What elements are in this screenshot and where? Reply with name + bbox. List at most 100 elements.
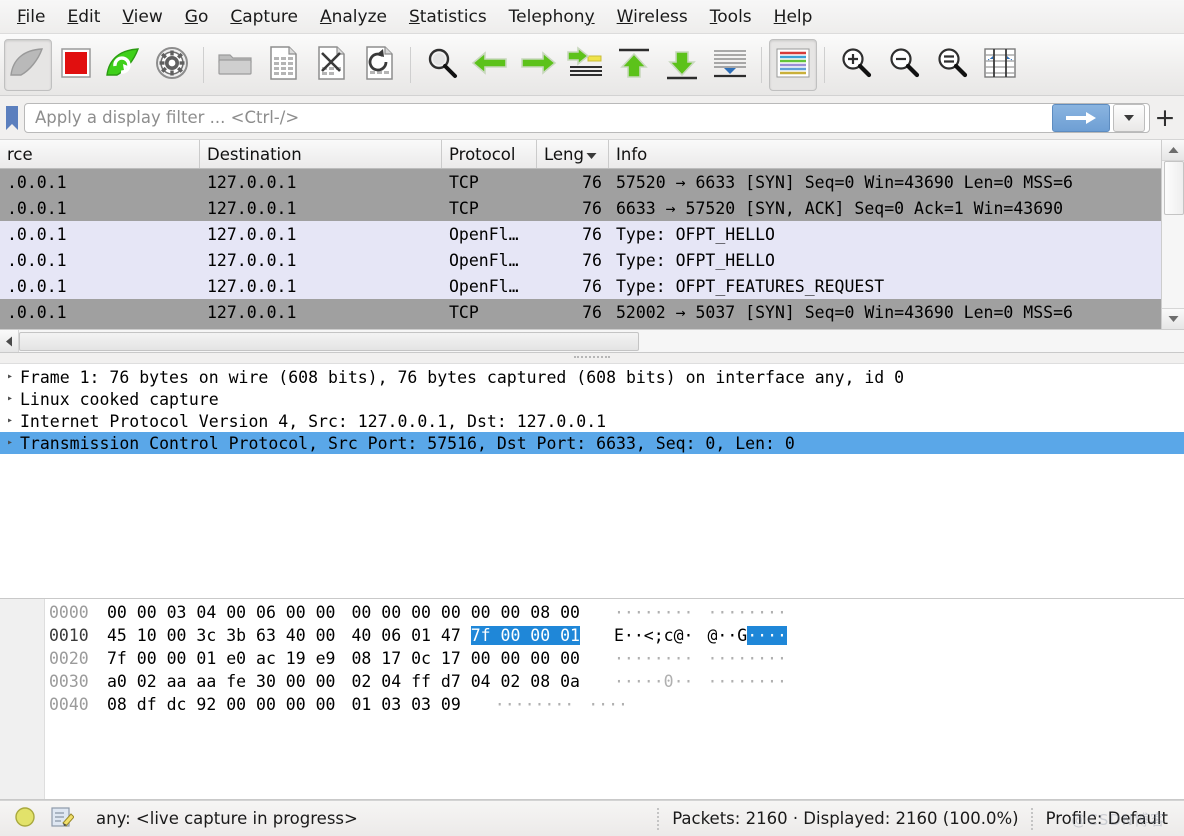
menu-go[interactable]: Go [174, 4, 220, 30]
display-filter-input-wrap[interactable]: Apply a display filter ... <Ctrl-/> [24, 102, 1150, 133]
hex-row[interactable]: 0000 00 00 03 04 00 06 00 00 00 00 00 00… [45, 601, 1184, 624]
hex-ascii-highlighted[interactable]: ···· [747, 626, 787, 645]
detail-row-tcp[interactable]: ▸ Transmission Control Protocol, Src Por… [0, 432, 1184, 454]
column-header-destination[interactable]: Destination [200, 140, 442, 168]
horizontal-scroll-thumb[interactable] [19, 332, 639, 351]
apply-filter-button[interactable] [1052, 103, 1110, 132]
menu-file-label: ile [25, 6, 46, 27]
cell-length: 76 [582, 224, 602, 244]
go-forward-button[interactable] [514, 39, 562, 91]
horizontal-scroll-track[interactable] [19, 330, 1184, 352]
stop-capture-button[interactable] [52, 39, 100, 91]
cell-length: 76 [582, 198, 602, 218]
colorize-packets-button[interactable] [769, 38, 817, 91]
column-header-protocol[interactable]: Protocol [442, 140, 537, 168]
column-header-source[interactable]: rce [0, 140, 200, 168]
display-filter-input[interactable]: Apply a display filter ... <Ctrl-/> [25, 108, 1052, 127]
reload-file-button[interactable] [355, 39, 403, 91]
cell-protocol: TCP [442, 329, 537, 330]
menu-telephony[interactable]: Telephony [498, 4, 606, 30]
table-row[interactable]: .0.0.1 127.0.0.1 TCP 76 57520 → 6633 [SY… [0, 169, 1161, 195]
table-row[interactable]: .0.0.1 127.0.0.1 OpenFl… 76 Type: OFPT_H… [0, 247, 1161, 273]
zoom-reset-button[interactable] [928, 39, 976, 91]
packet-list-vertical-scrollbar[interactable] [1161, 140, 1184, 329]
hex-ascii-left: ········ [494, 695, 575, 714]
table-row[interactable]: .0.0.1 127.0.0.1 TCP 76 52004 → 5037 [SY… [0, 325, 1161, 329]
auto-scroll-button[interactable] [706, 39, 754, 91]
zoom-out-icon [887, 46, 921, 84]
hex-row[interactable]: 0030 a0 02 aa aa fe 30 00 00 02 04 ff d7… [45, 670, 1184, 693]
profile-label[interactable]: Profile: Default [1046, 809, 1168, 828]
expand-triangle-icon[interactable]: ▸ [0, 410, 20, 432]
cell-source: .0.0.1 [7, 302, 67, 322]
expand-triangle-icon[interactable]: ▸ [0, 388, 20, 410]
scroll-left-button[interactable] [0, 330, 19, 352]
menu-edit[interactable]: Edit [56, 4, 111, 30]
status-separator-2 [1030, 807, 1034, 830]
search-icon [425, 46, 459, 84]
menu-capture[interactable]: Capture [219, 4, 309, 30]
resize-columns-button[interactable] [976, 39, 1024, 91]
go-back-button[interactable] [466, 39, 514, 91]
scroll-down-button[interactable] [1162, 308, 1184, 329]
table-row[interactable]: .0.0.1 127.0.0.1 TCP 76 52002 → 5037 [SY… [0, 299, 1161, 325]
hex-ascii-right: ···· [588, 695, 628, 714]
start-capture-button[interactable] [4, 38, 52, 91]
hex-row[interactable]: 0010 45 10 00 3c 3b 63 40 00 40 06 01 47… [45, 624, 1184, 647]
find-packet-button[interactable] [418, 39, 466, 91]
hex-gutter [0, 599, 45, 799]
go-to-packet-button[interactable] [562, 39, 610, 91]
go-to-first-packet-button[interactable] [610, 39, 658, 91]
toolbar-separator-1 [203, 46, 204, 83]
arrow-right-icon [518, 48, 558, 82]
detail-row-frame[interactable]: ▸ Frame 1: 76 bytes on wire (608 bits), … [0, 366, 1184, 388]
zoom-out-button[interactable] [880, 39, 928, 91]
close-file-button[interactable] [307, 39, 355, 91]
vertical-scroll-thumb[interactable] [1164, 161, 1184, 215]
hex-row[interactable]: 0020 7f 00 00 01 e0 ac 19 e9 08 17 0c 17… [45, 647, 1184, 670]
add-filter-button[interactable]: + [1150, 103, 1180, 133]
status-separator-1 [657, 807, 660, 830]
menu-help[interactable]: Help [763, 4, 824, 30]
menu-analyze[interactable]: Analyze [309, 4, 398, 30]
reload-document-icon [363, 45, 395, 85]
pane-splitter-top[interactable] [0, 353, 1184, 364]
vertical-scroll-track[interactable] [1162, 161, 1184, 308]
scroll-up-button[interactable] [1162, 140, 1184, 161]
menu-bar: File Edit View Go Capture Analyze Statis… [0, 0, 1184, 34]
table-row[interactable]: .0.0.1 127.0.0.1 TCP 76 6633 → 57520 [SY… [0, 195, 1161, 221]
go-to-last-packet-button[interactable] [658, 39, 706, 91]
detail-row-label: Transmission Control Protocol, Src Port:… [20, 433, 795, 453]
save-file-button[interactable] [259, 39, 307, 91]
menu-wireless[interactable]: Wireless [606, 4, 699, 30]
arrow-right-apply-icon [1066, 111, 1096, 124]
capture-comment-button[interactable] [50, 805, 75, 833]
open-file-button[interactable] [211, 39, 259, 91]
menu-statistics[interactable]: Statistics [398, 4, 498, 30]
expand-triangle-icon[interactable]: ▸ [0, 432, 20, 454]
column-header-length[interactable]: Leng [537, 140, 609, 168]
zoom-in-button[interactable] [832, 39, 880, 91]
column-header-info[interactable]: Info [609, 140, 1161, 168]
menu-file[interactable]: File [6, 4, 56, 30]
menu-tools[interactable]: Tools [699, 4, 763, 30]
detail-row-ipv4[interactable]: ▸ Internet Protocol Version 4, Src: 127.… [0, 410, 1184, 432]
cell-source: .0.0.1 [7, 250, 67, 270]
filter-history-dropdown[interactable] [1113, 103, 1145, 132]
packet-list-horizontal-scrollbar[interactable] [0, 329, 1184, 352]
bookmark-icon [6, 105, 18, 130]
expand-triangle-icon[interactable]: ▸ [0, 366, 20, 388]
menu-view[interactable]: View [111, 4, 173, 30]
capture-options-button[interactable] [148, 39, 196, 91]
hex-bytes-highlighted[interactable]: 7f 00 00 01 [470, 626, 580, 645]
table-row[interactable]: .0.0.1 127.0.0.1 OpenFl… 76 Type: OFPT_F… [0, 273, 1161, 299]
detail-row-linux-cooked[interactable]: ▸ Linux cooked capture [0, 388, 1184, 410]
hex-offset: 0000 [49, 603, 89, 622]
hex-row[interactable]: 0040 08 df dc 92 00 00 00 00 01 03 03 09… [45, 693, 1184, 716]
cell-info: Type: OFPT_HELLO [616, 250, 775, 270]
cell-info: Type: OFPT_HELLO [616, 224, 775, 244]
table-row[interactable]: .0.0.1 127.0.0.1 OpenFl… 76 Type: OFPT_H… [0, 221, 1161, 247]
filter-bookmark-button[interactable] [0, 103, 24, 132]
capture-status-indicator[interactable] [14, 806, 36, 832]
restart-capture-button[interactable] [100, 39, 148, 91]
